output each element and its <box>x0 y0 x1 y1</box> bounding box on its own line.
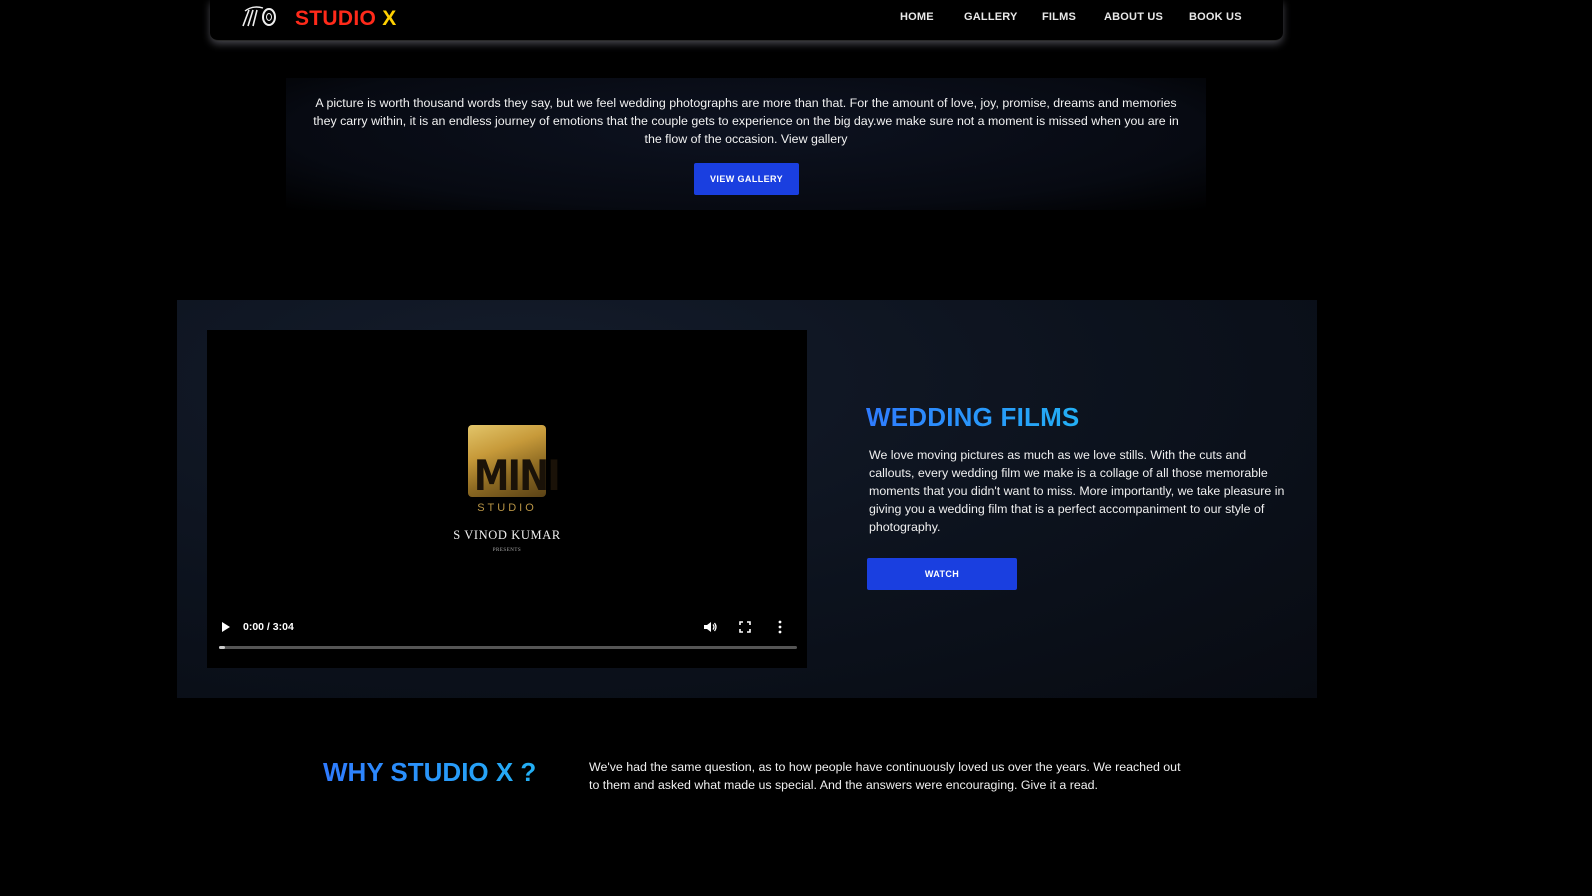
mini-logo-word: MINI <box>473 451 561 500</box>
brand-studio: STUDIO <box>295 7 377 30</box>
brand-x: X <box>382 7 397 30</box>
play-icon[interactable] <box>221 621 231 633</box>
mini-studio-logo: MINI STUDIO <box>468 425 561 515</box>
nav-films[interactable]: FILMS <box>1042 11 1076 23</box>
video-presents: PRESENTS <box>492 548 522 553</box>
video-progress-fill <box>219 646 225 649</box>
camera-logo-icon[interactable] <box>239 4 281 30</box>
more-options-icon[interactable] <box>777 620 783 634</box>
nav-gallery[interactable]: GALLERY <box>964 11 1018 23</box>
volume-icon[interactable] <box>703 620 717 634</box>
nav-about-us[interactable]: ABOUT US <box>1104 11 1163 23</box>
video-presenter: S VINOD KUMAR <box>453 528 561 542</box>
mini-logo-sub: STUDIO <box>477 502 537 514</box>
intro-text: A picture is worth thousand words they s… <box>313 96 1179 146</box>
watch-button[interactable]: WATCH <box>867 558 1017 590</box>
intro-section: A picture is worth thousand words they s… <box>286 78 1206 210</box>
video-controls: 0:00 / 3:04 <box>207 612 807 652</box>
nav-home[interactable]: HOME <box>900 11 934 23</box>
why-studio-text: We've had the same question, as to how p… <box>589 760 1181 792</box>
why-studio-title: WHY STUDIO X ? <box>323 757 537 787</box>
view-gallery-button[interactable]: VIEW GALLERY <box>694 163 799 195</box>
fullscreen-icon[interactable] <box>739 621 751 633</box>
video-player[interactable]: MINI STUDIO S VINOD KUMAR PRESENTS 0:00 … <box>207 330 807 668</box>
brand-logo[interactable]: STUDIO X <box>295 7 397 31</box>
wedding-films-title: WEDDING FILMS <box>866 402 1080 432</box>
nav-book-us[interactable]: BOOK US <box>1189 11 1242 23</box>
wedding-films-section: MINI STUDIO S VINOD KUMAR PRESENTS 0:00 … <box>177 300 1317 698</box>
video-progress-bar[interactable] <box>219 646 797 649</box>
top-navbar: STUDIO X HOME GALLERY FILMS ABOUT US BOO… <box>210 0 1283 41</box>
video-time: 0:00 / 3:04 <box>243 621 294 633</box>
wedding-films-text: We love moving pictures as much as we lo… <box>869 448 1285 534</box>
